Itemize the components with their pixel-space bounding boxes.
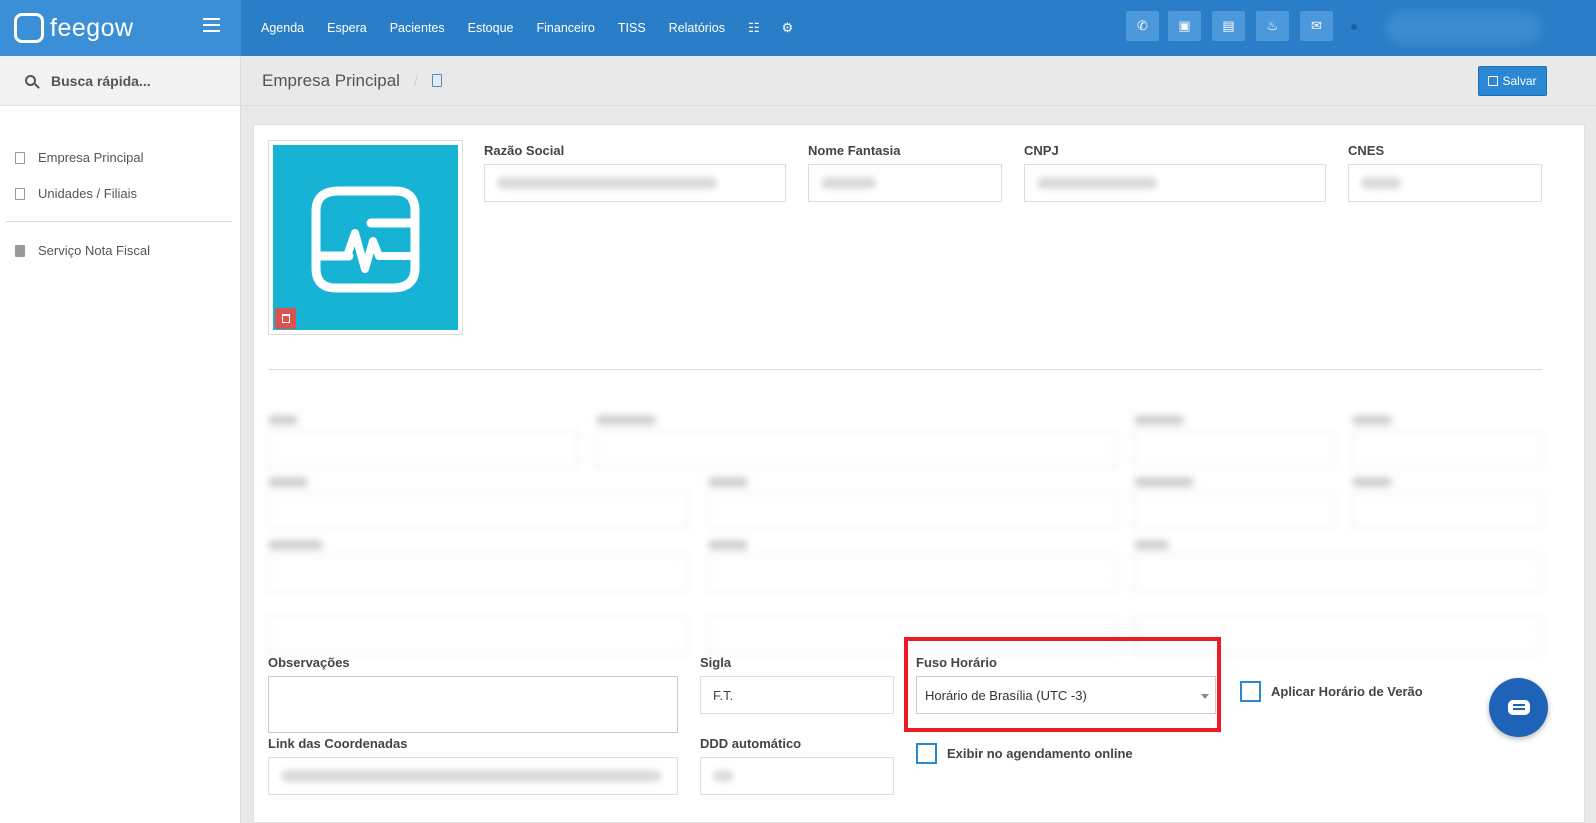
nav-item-estoque[interactable]: Estoque xyxy=(468,21,514,35)
cnes-label: CNES xyxy=(1348,143,1385,158)
clipboard-icon xyxy=(432,74,442,87)
save-button[interactable]: Salvar xyxy=(1478,66,1547,96)
top-navbar: feegow Agenda Espera Pacientes Estoque F… xyxy=(0,0,1596,56)
bell-icon[interactable]: ♨ xyxy=(1256,11,1289,41)
chat-bubble-icon xyxy=(1507,700,1530,715)
link-coordenadas-input[interactable] xyxy=(268,757,678,795)
search-icon xyxy=(25,75,36,86)
sidebar: Busca rápida... Empresa Principal Unidad… xyxy=(0,56,241,823)
breadcrumb-bar: Empresa Principal / Salvar xyxy=(241,56,1596,106)
sidebar-item-unidades-filiais[interactable]: Unidades / Filiais xyxy=(15,186,137,201)
nav-item-relatorios[interactable]: Relatórios xyxy=(669,21,725,35)
nav-item-financeiro[interactable]: Financeiro xyxy=(537,21,595,35)
blurred-address-section xyxy=(266,400,1546,660)
observacoes-label: Observações xyxy=(268,655,350,670)
main-nav: Agenda Espera Pacientes Estoque Financei… xyxy=(261,0,815,56)
observacoes-textarea[interactable] xyxy=(268,676,678,733)
sidebar-item-servico-nota-fiscal[interactable]: Serviço Nota Fiscal xyxy=(15,243,150,258)
horario-verao-checkbox[interactable] xyxy=(1240,681,1261,702)
breadcrumb-separator: / xyxy=(414,74,418,89)
sigla-input[interactable]: F.T. xyxy=(700,676,894,714)
cnpj-label: CNPJ xyxy=(1024,143,1059,158)
agendamento-online-checkbox[interactable] xyxy=(916,743,937,764)
delete-logo-button[interactable] xyxy=(275,308,296,329)
sidebar-divider xyxy=(6,221,232,222)
sigla-value: F.T. xyxy=(713,688,734,703)
sidebar-item-label: Serviço Nota Fiscal xyxy=(38,243,150,258)
brand-name: feegow xyxy=(50,13,134,42)
phone-icon[interactable]: ✆ xyxy=(1126,11,1159,41)
razao-social-label: Razão Social xyxy=(484,143,565,158)
database-icon[interactable]: ☷ xyxy=(748,20,760,36)
quick-search-label: Busca rápida... xyxy=(51,72,151,89)
nav-item-pacientes[interactable]: Pacientes xyxy=(390,21,445,35)
quick-search[interactable]: Busca rápida... xyxy=(0,56,240,106)
company-logo-image[interactable] xyxy=(273,145,458,330)
sigla-label: Sigla xyxy=(700,655,732,670)
horario-verao-label: Aplicar Horário de Verão xyxy=(1271,684,1423,699)
gear-icon[interactable]: ⚙ xyxy=(782,20,794,36)
user-menu[interactable] xyxy=(1386,12,1541,44)
link-coordenadas-label: Link das Coordenadas xyxy=(268,736,408,751)
ddd-automatico-label: DDD automático xyxy=(700,736,802,751)
sidebar-item-label: Unidades / Filiais xyxy=(38,186,137,201)
clipboard-icon xyxy=(15,151,25,164)
highlight-box xyxy=(904,637,1221,732)
inbox-icon[interactable]: ▣ xyxy=(1168,11,1201,41)
nome-fantasia-label: Nome Fantasia xyxy=(808,143,901,158)
section-divider xyxy=(268,369,1542,370)
clipboard-icon xyxy=(15,187,25,200)
status-dot xyxy=(1351,24,1357,30)
card-icon[interactable]: ▤ xyxy=(1212,11,1245,41)
menu-toggle-icon[interactable] xyxy=(203,18,220,32)
feegow-logo-icon xyxy=(14,13,44,43)
chat-widget-button[interactable] xyxy=(1489,678,1548,737)
sidebar-item-label: Empresa Principal xyxy=(38,150,144,165)
document-icon xyxy=(15,244,25,257)
chat-icon[interactable]: ✉ xyxy=(1300,11,1333,41)
agendamento-online-label: Exibir no agendamento online xyxy=(947,746,1133,761)
nav-item-espera[interactable]: Espera xyxy=(327,21,367,35)
nome-fantasia-input[interactable] xyxy=(808,164,1002,202)
page-title: Empresa Principal xyxy=(262,71,400,90)
floppy-icon xyxy=(1488,76,1499,86)
nav-item-agenda[interactable]: Agenda xyxy=(261,21,304,35)
cnpj-input[interactable] xyxy=(1024,164,1326,202)
nav-item-tiss[interactable]: TISS xyxy=(618,21,646,35)
trash-icon xyxy=(281,314,290,323)
cnes-input[interactable] xyxy=(1348,164,1542,202)
save-button-label: Salvar xyxy=(1502,74,1537,88)
ddd-automatico-input[interactable] xyxy=(700,757,894,795)
company-logo-mark xyxy=(311,186,420,293)
razao-social-input[interactable] xyxy=(484,164,786,202)
sidebar-item-empresa-principal[interactable]: Empresa Principal xyxy=(15,150,144,165)
